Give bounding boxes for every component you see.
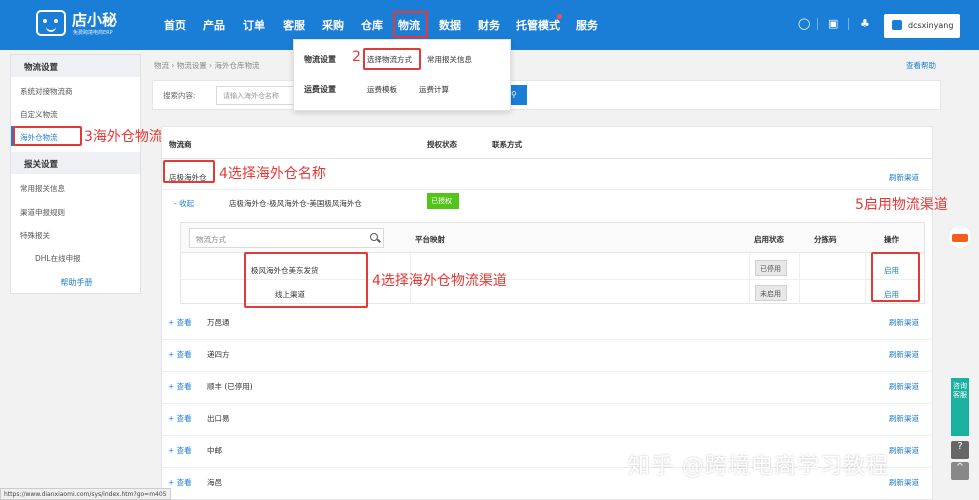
assistant-float-icon[interactable] xyxy=(948,225,972,249)
col-header-enable-status: 启用状态 xyxy=(754,235,784,244)
auth-status-badge: 已授权 xyxy=(427,193,459,209)
dropdown-group-freight: 运费设置 xyxy=(304,85,336,94)
nav-item-managed[interactable]: 托管模式 xyxy=(516,17,560,33)
sidebar-section-logistics: 物流设置 xyxy=(11,55,140,77)
col-header-auth-status: 授权状态 xyxy=(427,140,457,149)
sidebar-item-dhl-declare[interactable]: DHL在线申报 xyxy=(35,253,81,264)
annotation-step2: 2 xyxy=(352,49,361,65)
nav-item-data[interactable]: 数据 xyxy=(439,17,461,33)
book-icon[interactable]: ▣ xyxy=(828,17,838,30)
sidebar: 物流设置 系统对接物流商 自定义物流 海外仓物流 报关设置 常用报关信息 渠道申… xyxy=(10,54,141,294)
notification-dot xyxy=(557,14,562,19)
refresh-channels-link[interactable]: 刷新渠道 xyxy=(889,445,919,456)
user-avatar-icon xyxy=(892,20,902,30)
channel-status-badge: 已停用 xyxy=(755,260,787,276)
question-icon[interactable]: ? xyxy=(951,441,969,459)
refresh-channels-link[interactable]: 刷新渠道 xyxy=(889,413,919,424)
view-help-link[interactable]: 查看帮助 xyxy=(906,60,936,71)
annotation-step4a: 4选择海外仓名称 xyxy=(219,166,326,182)
carrier-name: 万邑通 xyxy=(207,318,230,327)
carrier-name: 递四方 xyxy=(207,350,230,359)
divider xyxy=(162,158,932,159)
sidebar-section-customs: 报关设置 xyxy=(11,152,140,174)
user-menu[interactable]: dcsxinyang xyxy=(884,14,960,38)
logistics-highlight-box xyxy=(393,11,428,38)
logo[interactable]: 店小秘 免费跨境电商ERP xyxy=(36,8,136,40)
search-bar: 搜索内容: 请输入海外仓名称 ⚲ xyxy=(152,80,941,110)
sidebar-item-custom-logistics[interactable]: 自定义物流 xyxy=(20,109,58,120)
refresh-channels-link[interactable]: 刷新渠道 xyxy=(889,349,919,360)
view-carrier-link[interactable]: + 查看 xyxy=(168,317,192,328)
nav-item-purchase[interactable]: 采购 xyxy=(322,17,344,33)
back-to-top-icon[interactable]: ^ xyxy=(951,462,969,480)
view-carrier-link[interactable]: + 查看 xyxy=(168,477,192,488)
logo-icon xyxy=(36,10,66,36)
col-header-platform-mapping: 平台映射 xyxy=(415,235,445,244)
col-header-actions: 操作 xyxy=(884,235,899,244)
username: dcsxinyang xyxy=(908,21,954,30)
select-shipping-highlight-box xyxy=(363,48,421,70)
shipping-method-placeholder: 物流方式 xyxy=(196,235,226,244)
nav-item-order[interactable]: 订单 xyxy=(243,17,265,33)
nav-item-product[interactable]: 产品 xyxy=(203,17,225,33)
refresh-channels-link[interactable]: 刷新渠道 xyxy=(889,172,919,183)
headset-icon[interactable]: ◯ xyxy=(798,17,810,30)
nav-item-warehouse[interactable]: 仓库 xyxy=(361,17,383,33)
channel-status-badge: 未启用 xyxy=(755,285,787,301)
annotation-step4b: 4选择海外仓物流渠道 xyxy=(372,273,507,289)
channel-subtable-header: 物流方式 平台映射 启用状态 分拣码 操作 xyxy=(181,223,924,253)
watermark: 知乎 @跨境电商学习教程 xyxy=(628,454,889,479)
refresh-channels-link[interactable]: 刷新渠道 xyxy=(889,477,919,488)
channel-highlight-box xyxy=(244,252,368,308)
view-carrier-link[interactable]: + 查看 xyxy=(168,413,192,424)
dropdown-group-logistics: 物流设置 xyxy=(304,55,336,64)
enable-highlight-box xyxy=(871,252,920,302)
menu-item-freight-calc[interactable]: 运费计算 xyxy=(419,84,449,95)
carrier-name: 出口易 xyxy=(207,414,230,423)
col-header-carrier: 物流商 xyxy=(169,140,192,149)
col-header-sorting-code: 分拣码 xyxy=(814,235,837,244)
status-bar-url: https://www.dianxiaomi.com/sys/index.htm… xyxy=(0,488,171,500)
view-carrier-link[interactable]: + 查看 xyxy=(168,349,192,360)
nav-item-services[interactable]: 服务 xyxy=(576,17,598,33)
carrier-name: 顺丰 (已停用) xyxy=(207,382,253,391)
sidebar-item-channel-rules[interactable]: 渠道申报规则 xyxy=(20,207,65,218)
logo-subtitle: 免费跨境电商ERP xyxy=(73,30,113,36)
nav-item-service[interactable]: 客服 xyxy=(283,17,305,33)
view-carrier-link[interactable]: + 查看 xyxy=(168,445,192,456)
refresh-channels-link[interactable]: 刷新渠道 xyxy=(889,317,919,328)
divider xyxy=(162,189,932,190)
breadcrumb: 物流 › 物流设置 › 海外仓库物流 xyxy=(154,61,260,70)
carrier-row: + 查看 出口易 刷新渠道 xyxy=(162,403,932,435)
search-label: 搜索内容: xyxy=(163,91,196,100)
carrier-row: + 查看 顺丰 (已停用) 刷新渠道 xyxy=(162,371,932,403)
sidebar-item-system-carriers[interactable]: 系统对接物流商 xyxy=(20,86,73,97)
nav-divider xyxy=(848,18,849,30)
refresh-channels-link[interactable]: 刷新渠道 xyxy=(889,381,919,392)
view-carrier-link[interactable]: + 查看 xyxy=(168,381,192,392)
carrier-row: + 查看 万邑通 刷新渠道 xyxy=(162,307,932,339)
annotation-step5: 5启用物流渠道 xyxy=(855,197,948,213)
bell-icon[interactable]: ♣ xyxy=(860,17,870,30)
carrier-name: 海邑 xyxy=(207,478,222,487)
shipping-method-search-input[interactable]: 物流方式 xyxy=(189,228,384,248)
nav-item-home[interactable]: 首页 xyxy=(164,17,186,33)
carrier-row: + 查看 递四方 刷新渠道 xyxy=(162,339,932,371)
overseas-warehouse-highlight-box xyxy=(13,126,82,146)
sidebar-item-customs-info[interactable]: 常用报关信息 xyxy=(20,183,65,194)
logo-title: 店小秘 xyxy=(72,11,118,29)
col-header-contact: 联系方式 xyxy=(492,140,522,149)
menu-item-customs-info[interactable]: 常用报关信息 xyxy=(427,54,472,65)
warehouse-name-highlight-box xyxy=(163,160,215,183)
help-manual-link[interactable]: 帮助手册 xyxy=(11,277,142,288)
sidebar-item-special-customs[interactable]: 特殊报关 xyxy=(20,230,50,241)
menu-item-freight-template[interactable]: 运费模板 xyxy=(367,84,397,95)
customer-service-button[interactable]: 咨询客服 xyxy=(951,378,969,436)
carrier-name: 中邮 xyxy=(207,446,222,455)
warehouse-full-name: 店极海外仓-极风海外仓-美国极风海外仓 xyxy=(229,199,362,208)
nav-item-finance[interactable]: 财务 xyxy=(478,17,500,33)
collapse-link[interactable]: - 收起 xyxy=(174,198,194,209)
search-icon[interactable] xyxy=(370,233,378,241)
nav-divider xyxy=(817,18,818,30)
